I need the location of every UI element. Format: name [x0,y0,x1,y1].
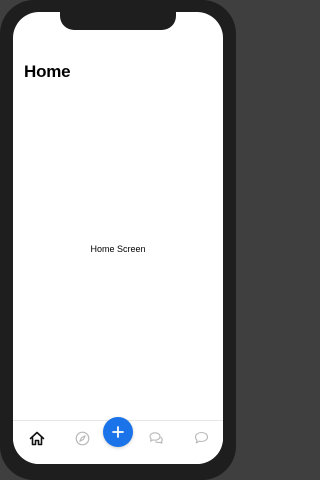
bottom-tab-bar [13,417,223,464]
app-screen: Home Home Screen [13,12,223,464]
screen-label: Home Screen [90,244,146,254]
chat-bubbles-icon [149,432,163,444]
device-notch [60,12,176,30]
page-title: Home [24,62,71,81]
compass-icon [75,431,89,445]
tab-home[interactable] [26,427,48,449]
tab-discussions[interactable] [145,427,167,449]
tab-explore[interactable] [71,427,93,449]
chat-bubble-icon [194,431,208,444]
tab-messages[interactable] [190,427,212,449]
device-frame: Home Home Screen [0,0,236,480]
home-icon [29,431,45,445]
plus-icon [112,426,124,438]
add-button[interactable] [103,417,133,447]
